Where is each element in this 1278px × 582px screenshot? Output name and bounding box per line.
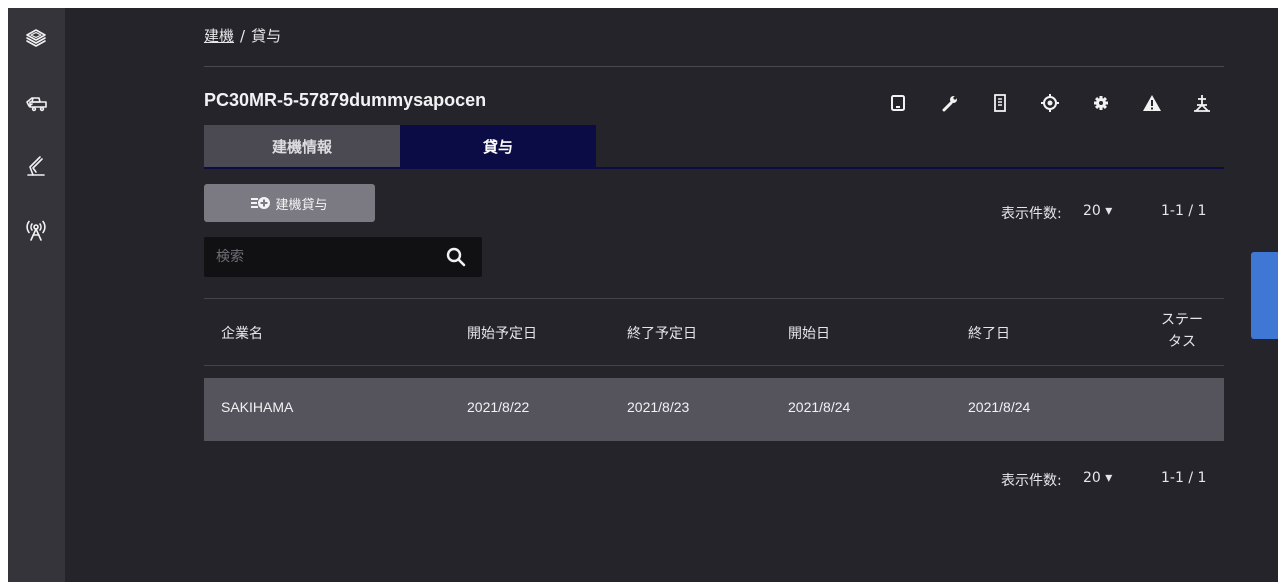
add-list-icon [251, 197, 271, 209]
sidebar-item-layers[interactable] [18, 20, 54, 56]
page-range: 1-1 / 1 [1161, 203, 1207, 219]
alerts-button[interactable] [1139, 90, 1165, 116]
header-end[interactable]: 終了日 [968, 323, 1010, 343]
tab-rental[interactable]: 貸与 [400, 125, 596, 167]
breadcrumb-current: 貸与 [251, 27, 282, 45]
search-icon[interactable] [444, 245, 468, 269]
sidebar [8, 8, 65, 582]
header-status[interactable]: ステー タス [1148, 309, 1216, 353]
breadcrumb-separator: / [240, 27, 246, 45]
sidebar-item-machines[interactable] [18, 84, 54, 120]
side-panel-toggle[interactable] [1251, 252, 1278, 339]
table-header: 企業名 開始予定日 終了予定日 開始日 終了日 ステー タス [204, 298, 1224, 366]
tablet-icon [891, 95, 905, 111]
header-start[interactable]: 開始日 [788, 323, 830, 343]
search-input[interactable] [204, 237, 446, 277]
target-icon [1041, 94, 1059, 112]
header-planned-start[interactable]: 開始予定日 [467, 323, 537, 343]
gear-icon [1094, 96, 1108, 110]
cell-end: 2021/8/24 [968, 399, 1031, 415]
cell-company: SAKIHAMA [221, 399, 294, 415]
header-company[interactable]: 企業名 [221, 323, 263, 343]
layers-icon [26, 29, 46, 47]
cell-start: 2021/8/24 [788, 399, 851, 415]
warning-icon [1143, 95, 1161, 111]
header-divider [204, 66, 1224, 67]
maintenance-button[interactable] [937, 90, 963, 116]
page-size-select[interactable]: 20 ▾ [1083, 203, 1112, 219]
survey-icon [1194, 95, 1210, 112]
boom-arm-icon [27, 156, 45, 176]
cell-planned-start: 2021/8/22 [467, 399, 530, 415]
page-size-select[interactable]: 20 ▾ [1083, 470, 1112, 486]
tab-underline [204, 167, 1224, 169]
header-planned-end[interactable]: 終了予定日 [627, 323, 697, 343]
document-button[interactable] [987, 90, 1013, 116]
document-icon [994, 94, 1006, 112]
sidebar-item-attachments[interactable] [18, 148, 54, 184]
cell-planned-end: 2021/8/23 [627, 399, 690, 415]
app-frame: 建機 / 貸与 PC30MR-5-57879dummysapocen 建機情報 … [8, 8, 1278, 582]
breadcrumb: 建機 / 貸与 [204, 25, 281, 46]
add-rental-button[interactable]: 建機貸与 [204, 184, 375, 222]
page-size-label: 表示件数: [1001, 206, 1062, 222]
page-title: PC30MR-5-57879dummysapocen [204, 90, 487, 110]
page-range: 1-1 / 1 [1161, 470, 1207, 486]
search-box [204, 237, 482, 277]
page-size-label: 表示件数: [1001, 473, 1062, 489]
sidebar-item-telemetry[interactable] [18, 212, 54, 248]
table-row[interactable]: SAKIHAMA 2021/8/22 2021/8/23 2021/8/24 2… [204, 378, 1224, 441]
settings-button[interactable] [1088, 90, 1114, 116]
wrench-icon [942, 96, 957, 112]
tab-machine-info[interactable]: 建機情報 [204, 125, 400, 167]
location-button[interactable] [1037, 90, 1063, 116]
breadcrumb-link-machines[interactable]: 建機 [204, 27, 234, 45]
survey-button[interactable] [1189, 90, 1215, 116]
tablet-button[interactable] [885, 90, 911, 116]
add-rental-label: 建機貸与 [275, 197, 328, 213]
header-status-line1: ステー [1161, 312, 1203, 328]
header-status-line2: タス [1168, 334, 1196, 350]
excavator-icon [26, 97, 47, 112]
antenna-icon [26, 220, 46, 241]
